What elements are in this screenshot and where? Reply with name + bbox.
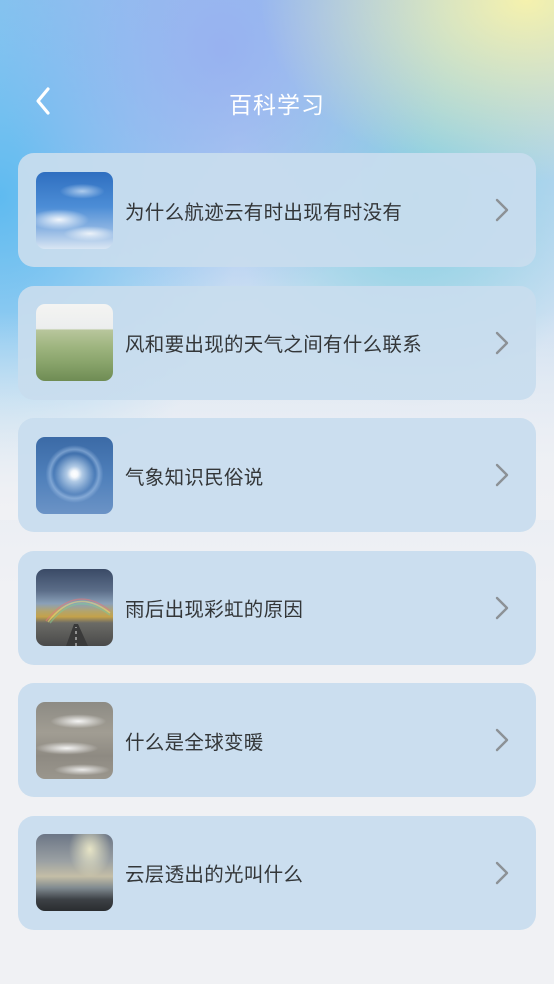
chevron-right-icon [495, 463, 509, 487]
list-item[interactable]: 风和要出现的天气之间有什么联系 [18, 285, 536, 400]
melting-ice-image [36, 701, 113, 779]
rainbow-graphic [45, 598, 111, 646]
list-item-label: 什么是全球变暖 [125, 730, 264, 754]
chevron-right-icon [495, 198, 509, 222]
sun-halo-image [36, 436, 113, 514]
list-item-label: 风和要出现的天气之间有什么联系 [125, 333, 423, 356]
chevron-right-icon [495, 331, 509, 354]
header-bar: 百科学习 [0, 70, 554, 134]
chevron-right-icon [495, 728, 509, 752]
list-item-label: 气象知识民俗说 [125, 465, 264, 489]
chevron-right-icon [495, 596, 509, 619]
list-item[interactable]: 云层透出的光叫什么 [18, 815, 536, 930]
sun-rays-clouds-image [36, 834, 113, 911]
grass-field-image [36, 304, 113, 381]
list-item[interactable]: 气象知识民俗说 [18, 418, 536, 532]
list-item[interactable]: 雨后出现彩虹的原因 [18, 550, 536, 665]
list-item[interactable]: 为什么航迹云有时出现有时没有 [18, 153, 536, 267]
rainbow-road-image [36, 569, 113, 646]
page-title: 百科学习 [229, 93, 325, 119]
sky-clouds-image [36, 171, 113, 249]
list-item[interactable]: 什么是全球变暖 [18, 683, 536, 797]
list-item-label: 为什么航迹云有时出现有时没有 [125, 200, 403, 224]
chevron-right-icon [495, 861, 509, 884]
list-item-label: 云层透出的光叫什么 [125, 863, 304, 886]
list-item-label: 雨后出现彩虹的原因 [125, 598, 304, 621]
article-list: 为什么航迹云有时出现有时没有 风和要出现的天气之间有什么联系 气象知识民俗说 雨… [18, 153, 536, 948]
